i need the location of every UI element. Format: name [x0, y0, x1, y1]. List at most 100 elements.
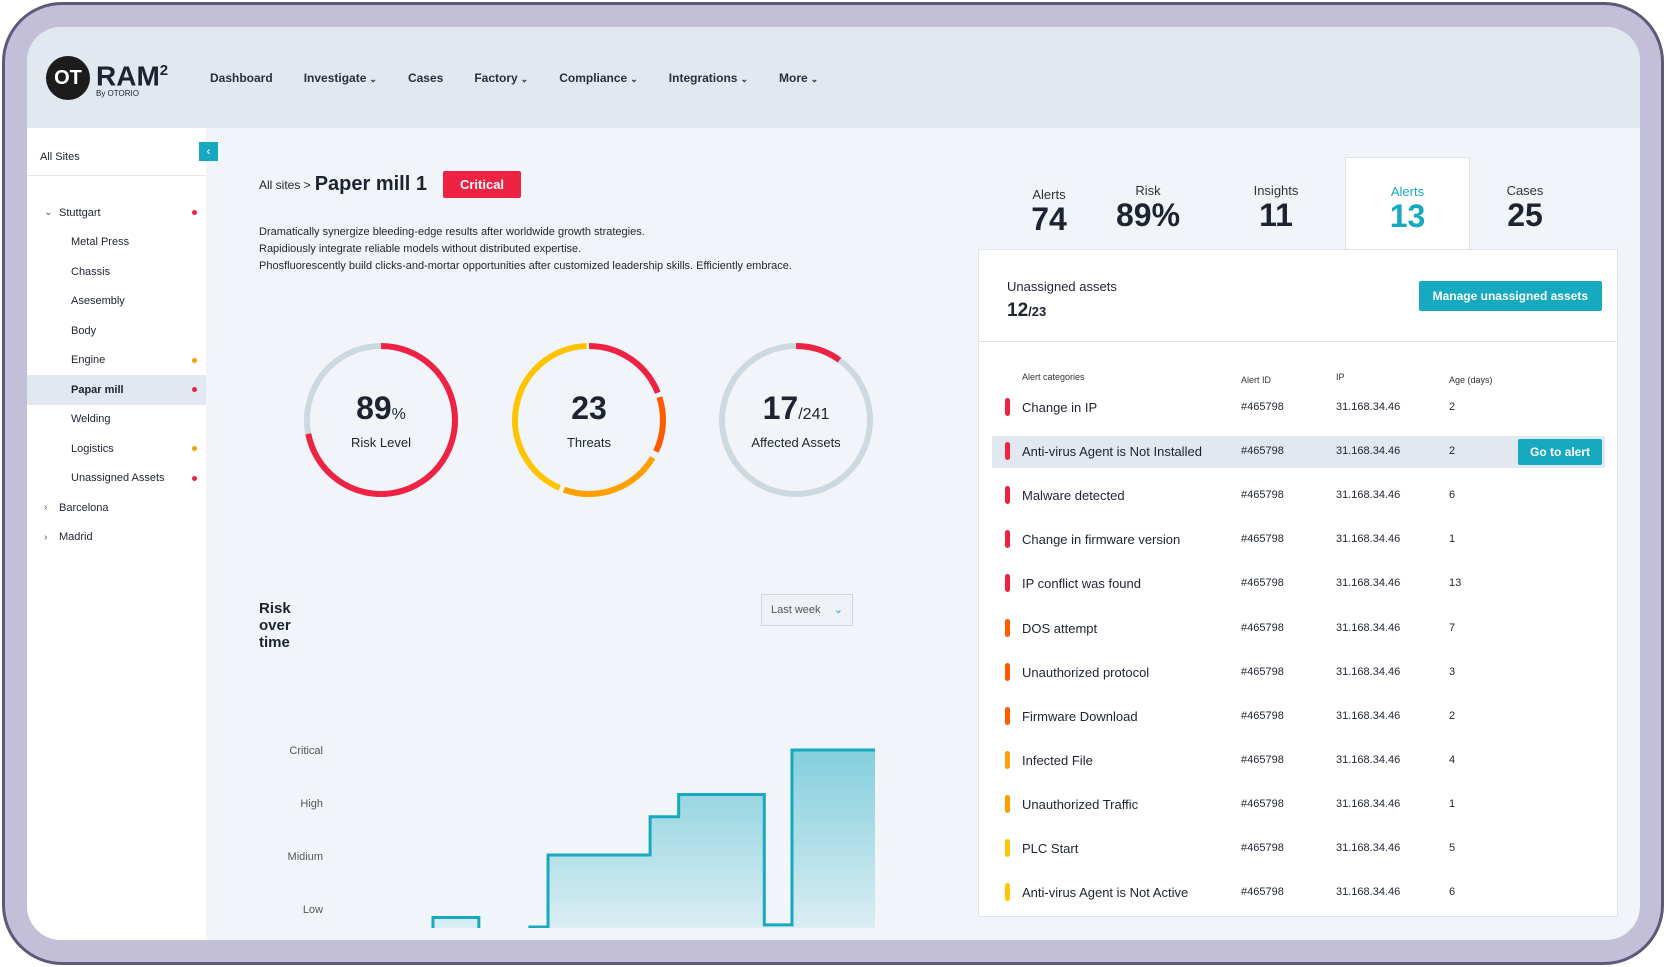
table-row[interactable]: Malware detected #465798 31.168.34.46 6 [992, 480, 1605, 512]
go-to-alert-button[interactable]: Go to alert [1517, 439, 1602, 466]
tab-alerts[interactable]: Alerts 74 [999, 157, 1099, 251]
table-row[interactable]: Anti-virus Agent is Not Installed #465798… [992, 436, 1605, 469]
alert-category: Malware detected [1022, 488, 1125, 504]
donut-value: 17 [762, 390, 799, 426]
table-row[interactable]: IP conflict was found #465798 31.168.34.46… [992, 568, 1605, 600]
sidebar-item[interactable]: › Barcelona [27, 493, 206, 523]
donut-label: Threats [566, 435, 612, 450]
tab-label: Insights [1253, 183, 1299, 198]
severity-bar [1005, 574, 1010, 593]
table-row[interactable]: Infected File #465798 31.168.34.46 4 [992, 745, 1605, 777]
nav-cases[interactable]: Cases [408, 71, 443, 85]
severity-bar [1005, 794, 1010, 813]
sidebar-item-label: Asesembly [71, 295, 125, 308]
alert-age: 3 [1449, 665, 1456, 678]
nav-dashboard[interactable]: Dashboard [210, 71, 273, 85]
severity-bar [1005, 398, 1010, 416]
sidebar-item[interactable]: Chassis [27, 257, 206, 287]
chevron-right-icon[interactable]: › [44, 502, 47, 513]
chevron-down-icon: ⌄ [630, 74, 638, 84]
table-row[interactable]: Change in firmware version #465798 31.168.… [992, 524, 1605, 556]
alert-category: Unauthorized protocol [1022, 664, 1150, 680]
app-screen: OT RAM2 By OTORIO Dashboard Investigate ⌄ C… [27, 27, 1640, 940]
sidebar-item[interactable]: Unassigned Assets [27, 464, 206, 494]
sidebar-item[interactable]: › Madrid [27, 523, 206, 553]
status-dot [192, 210, 197, 216]
sidebar-item[interactable]: Engine [27, 346, 206, 376]
alert-category: Change in firmware version [1022, 532, 1181, 548]
sidebar-item[interactable]: Body [27, 316, 206, 346]
unassigned-total: /23 [1028, 304, 1047, 319]
nav-more[interactable]: More ⌄ [779, 71, 818, 85]
donut-affected-assets: 17/241 Affected Assets [716, 340, 876, 500]
tab-value: 13 [1389, 198, 1426, 234]
sidebar-item[interactable]: Logistics [27, 434, 206, 464]
nav-label: More [779, 71, 808, 85]
table-row[interactable]: Unauthorized protocol #465798 31.168.34.46… [992, 657, 1605, 689]
tab-cases[interactable]: Cases 25 [1470, 157, 1580, 251]
nav-label: Integrations [668, 71, 738, 85]
nav-investigate[interactable]: Investigate ⌄ [304, 71, 377, 85]
alert-ip: 31.168.34.46 [1336, 533, 1401, 546]
alert-age: 5 [1449, 842, 1456, 854]
tab-risk[interactable]: Risk 89% [1089, 157, 1207, 251]
table-row[interactable]: Unauthorized Traffic #465798 31.168.34.46 1 [992, 789, 1605, 821]
chevron-down-icon[interactable]: ⌄ [44, 207, 52, 218]
chevron-left-icon: ‹ [206, 144, 211, 158]
nav-factory[interactable]: Factory ⌄ [474, 71, 528, 85]
alert-age: 1 [1449, 797, 1456, 810]
alert-id: #465798 [1241, 797, 1284, 810]
nav-integrations[interactable]: Integrations ⌄ [669, 71, 748, 85]
tab-label: Risk [1135, 183, 1161, 198]
nav-label: Dashboard [210, 71, 273, 85]
chevron-right-icon[interactable]: › [44, 532, 47, 543]
alert-ip: 31.168.34.46 [1336, 489, 1401, 502]
donut-label: Affected Assets [751, 435, 841, 450]
alert-id: #465798 [1241, 709, 1284, 722]
alert-ip: 31.168.34.46 [1336, 445, 1401, 458]
time-range-select[interactable]: Last week ⌄ [761, 594, 853, 626]
sidebar-item[interactable]: Welding [27, 405, 206, 435]
site-description: Dramatically synergize bleeding-edge res… [259, 224, 792, 275]
sidebar-item[interactable]: ⌄ Stuttgart [27, 198, 206, 228]
tab-alerts[interactable]: Alerts 13 [1345, 157, 1470, 251]
alert-category: Unauthorized Traffic [1022, 796, 1139, 812]
collapse-sidebar-button[interactable]: ‹ [199, 142, 218, 161]
severity-bar [1005, 662, 1010, 681]
tab-insights[interactable]: Insights 11 [1217, 157, 1335, 251]
table-row[interactable]: PLC Start #465798 31.168.34.46 5 [992, 833, 1605, 865]
table-row[interactable]: Change in IP #465798 31.168.34.46 2 [992, 392, 1605, 424]
alert-id: #465798 [1241, 533, 1284, 546]
status-badge: Critical [442, 171, 522, 198]
alert-category: Anti-virus Agent is Not Active [1022, 885, 1189, 901]
sidebar-item[interactable]: Papar mill [27, 375, 206, 405]
table-row[interactable]: Anti-virus Agent is Not Active #465798 31.… [992, 877, 1605, 909]
alert-category: Anti-virus Agent is Not Installed [1022, 444, 1202, 460]
alert-age: 2 [1449, 445, 1456, 458]
severity-bar [1005, 486, 1010, 505]
sidebar-item-label: Stuttgart [59, 206, 101, 219]
table-row[interactable]: Firmware Download #465798 31.168.34.46 2 [992, 701, 1605, 733]
table-row[interactable]: DOS attempt #465798 31.168.34.46 7 [992, 613, 1605, 645]
alert-id: #465798 [1241, 753, 1284, 766]
sidebar-item-label: Barcelona [59, 501, 109, 514]
breadcrumb-parent[interactable]: All sites > [259, 178, 311, 192]
manage-unassigned-button[interactable]: Manage unassigned assets [1418, 281, 1602, 311]
sidebar-item-label: Logistics [71, 442, 114, 455]
description-line: Phosfluorescently build clicks-and-morta… [259, 260, 792, 272]
tab-value: 89% [1115, 197, 1181, 233]
alert-age: 6 [1449, 489, 1456, 502]
tab-value: 25 [1507, 197, 1543, 233]
alert-id: #465798 [1241, 401, 1284, 413]
logo[interactable]: OT RAM2 By OTORIO [46, 56, 168, 100]
y-tick-label: Low [303, 904, 323, 916]
alert-id: #465798 [1241, 489, 1284, 502]
sidebar-item[interactable]: Asesembly [27, 287, 206, 317]
sidebar-item[interactable]: Metal Press [27, 228, 206, 258]
sidebar-item-label: Papar mill [71, 383, 124, 396]
description-line: Dramatically synergize bleeding-edge res… [259, 226, 645, 238]
severity-bar [1005, 442, 1010, 461]
alert-ip: 31.168.34.46 [1336, 886, 1401, 899]
nav-label: Investigate [303, 71, 367, 85]
nav-compliance[interactable]: Compliance ⌄ [559, 71, 638, 85]
